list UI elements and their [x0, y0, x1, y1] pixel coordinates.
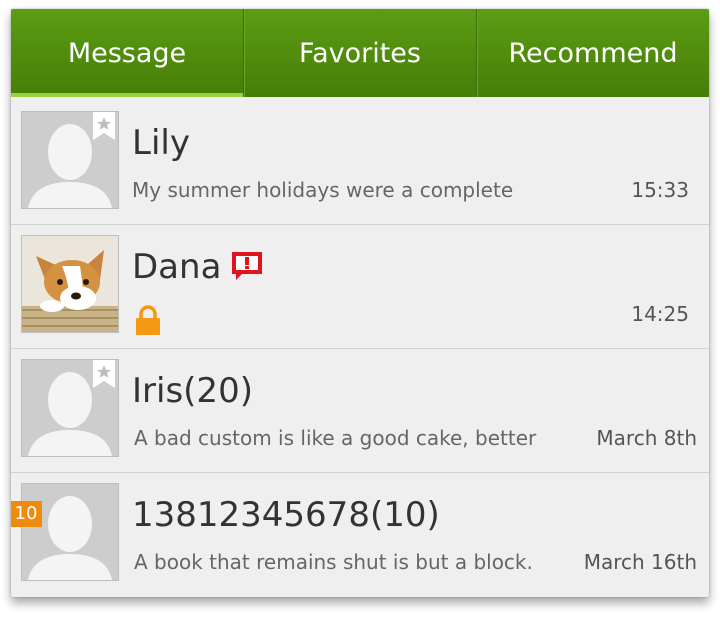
message-preview: A bad custom is like a good cake, better	[134, 426, 537, 450]
conversation-row-13812345678[interactable]: 10 13812345678(10) A book that remains s…	[11, 473, 709, 596]
message-preview: A book that remains shut is but a block.	[134, 550, 533, 574]
tab-message-label: Message	[67, 37, 187, 69]
contact-name: Dana	[132, 247, 263, 287]
unread-count-badge: 10	[11, 501, 42, 527]
conversation-row-iris[interactable]: Iris(20) A bad custom is like a good cak…	[11, 349, 709, 473]
contact-name: Iris(20)	[132, 371, 253, 411]
message-time: 14:25	[631, 302, 689, 326]
default-avatar[interactable]	[21, 483, 119, 581]
message-time: March 16th	[583, 550, 697, 574]
conversation-list: Lily My summer holidays were a complete …	[11, 101, 709, 596]
alert-icon	[232, 251, 263, 280]
tab-favorites[interactable]: Favorites	[243, 9, 476, 97]
favorite-star-icon	[93, 112, 115, 140]
tab-recommend-label: Recommend	[508, 37, 678, 69]
message-card: Message Favorites Recommend Lily My summ…	[11, 9, 709, 597]
message-preview: My summer holidays were a complete	[132, 178, 514, 202]
corgi-icon	[22, 236, 118, 332]
conversation-row-lily[interactable]: Lily My summer holidays were a complete …	[11, 101, 709, 225]
message-time: March 8th	[596, 426, 697, 450]
contact-name-text: Dana	[132, 247, 222, 287]
default-avatar[interactable]	[21, 359, 119, 457]
lock-icon	[136, 305, 160, 335]
tab-recommend[interactable]: Recommend	[476, 9, 709, 97]
corgi-photo-avatar[interactable]	[21, 235, 119, 333]
conversation-row-dana[interactable]: Dana 14:25	[11, 225, 709, 349]
default-avatar[interactable]	[21, 111, 119, 209]
tab-message[interactable]: Message	[11, 9, 243, 97]
tab-favorites-label: Favorites	[299, 37, 421, 69]
person-silhouette-icon	[22, 484, 118, 580]
message-time: 15:33	[631, 178, 689, 202]
favorite-star-icon	[93, 360, 115, 388]
contact-name: Lily	[132, 123, 190, 163]
contact-name: 13812345678(10)	[132, 495, 440, 535]
tab-bar: Message Favorites Recommend	[11, 9, 709, 97]
